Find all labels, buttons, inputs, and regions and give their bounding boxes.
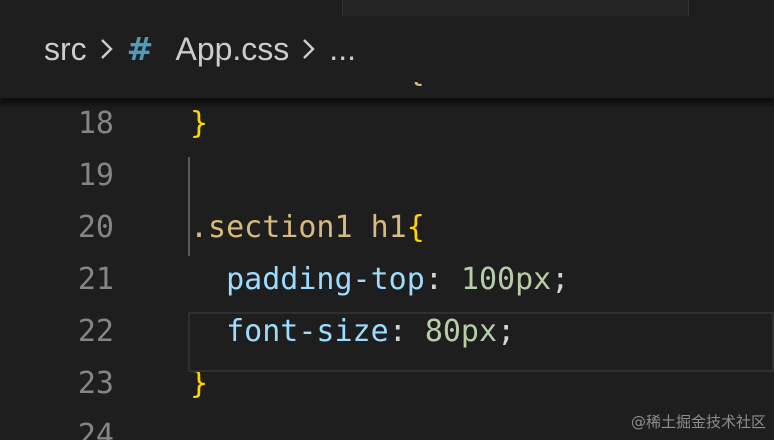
code-line[interactable]: 20 .section1 h1{ xyxy=(0,202,774,254)
tab-other[interactable] xyxy=(688,0,774,16)
line-number: 20 xyxy=(77,210,114,245)
line-number: 19 xyxy=(77,158,114,193)
chevron-right-icon xyxy=(303,39,315,59)
chevron-right-icon xyxy=(100,39,113,59)
watermark: @稀土掘金技术社区 xyxy=(630,413,766,431)
line-code: padding-top: 100px; xyxy=(190,254,569,306)
code-token-num: 100px xyxy=(460,262,552,297)
indent-guide xyxy=(188,157,190,256)
breadcrumb-file-label: App.css xyxy=(175,30,290,67)
code-line[interactable]: 18} xyxy=(0,98,774,150)
line-code: .section1 h1{ xyxy=(190,202,425,254)
code-token-punct xyxy=(190,262,226,297)
tab-strip xyxy=(0,0,774,16)
line-number: 24 xyxy=(77,418,114,440)
breadcrumb-folder[interactable]: src xyxy=(44,31,87,68)
code-line[interactable]: 21 padding-top: 100px; xyxy=(0,254,774,306)
current-line-highlight xyxy=(188,312,774,372)
code-token-selector: .section1 h1 xyxy=(190,210,407,245)
breadcrumb-more[interactable]: ... xyxy=(329,31,356,68)
line-number: 23 xyxy=(77,366,114,401)
breadcrumb: src # App.css ... xyxy=(0,16,774,82)
code-token-punct: : xyxy=(424,262,461,297)
line-number: 22 xyxy=(77,314,114,349)
code-editor[interactable]: 18} 19 20 .section1 h1{21 padding-top: 100p… xyxy=(0,98,774,440)
code-token-brace: { xyxy=(406,210,425,245)
code-token-punct: ; xyxy=(551,262,570,297)
breadcrumb-file[interactable]: # App.css xyxy=(127,30,290,68)
code-line[interactable]: 19 xyxy=(0,150,774,202)
code-token-prop: padding-top xyxy=(226,262,425,297)
line-number: 21 xyxy=(77,262,114,297)
line-number: 18 xyxy=(77,106,114,141)
hash-icon: # xyxy=(126,30,154,68)
tab-active[interactable] xyxy=(0,0,343,16)
line-code: } xyxy=(190,98,208,150)
code-token-brace: } xyxy=(190,106,209,141)
